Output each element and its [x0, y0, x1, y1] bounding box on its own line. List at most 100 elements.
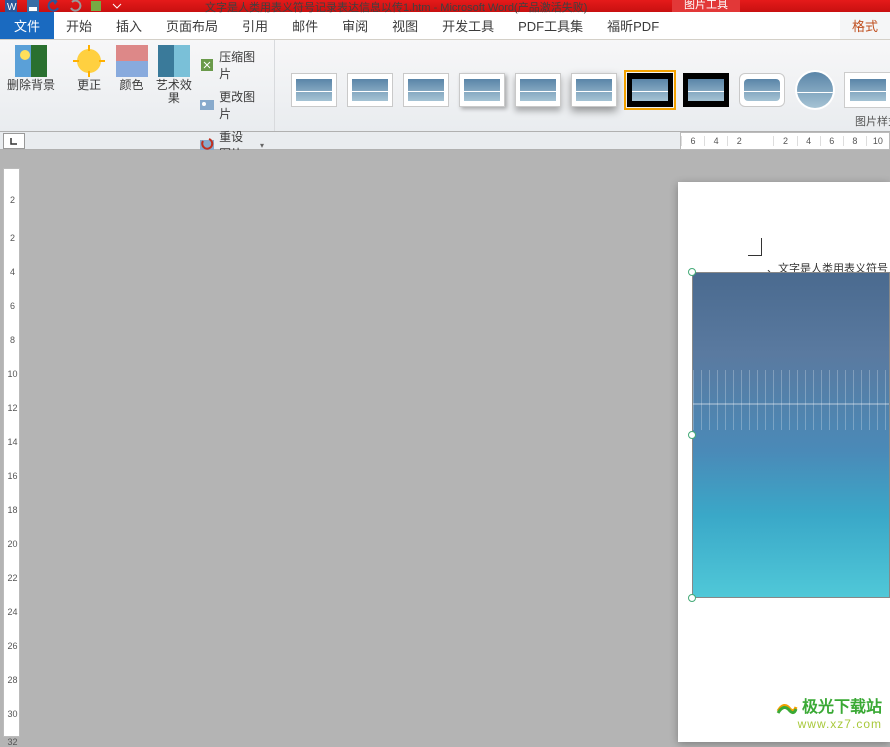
v-tick: 22: [6, 573, 19, 583]
color-button[interactable]: 颜色: [110, 43, 152, 163]
h-tick: 4: [797, 136, 820, 146]
resize-handle-ml[interactable]: [688, 431, 696, 439]
compress-icon: [199, 57, 215, 73]
window-title: 文字是人类用表义符号记录表达信息以传1.htm - Microsoft Word…: [205, 0, 587, 15]
ribbon: 删除背景 更正 颜色 艺术效果: [0, 40, 890, 132]
tab-pdf-tools[interactable]: PDF工具集: [506, 12, 595, 39]
change-picture-label: 更改图片: [219, 88, 264, 122]
remove-bg-group: 删除背景: [0, 40, 62, 131]
h-tick: 6: [681, 136, 704, 146]
picture-styles-group: 图片样式: [275, 40, 890, 131]
style-thumb-7[interactable]: [627, 73, 673, 107]
v-tick: 2: [6, 195, 19, 205]
style-thumb-2[interactable]: [347, 73, 393, 107]
corrections-icon: [73, 45, 105, 77]
selected-picture[interactable]: [692, 272, 890, 598]
ribbon-tabs: 文件 开始 插入 页面布局 引用 邮件 审阅 视图 开发工具 PDF工具集 福昕…: [0, 12, 890, 40]
tab-developer[interactable]: 开发工具: [430, 12, 506, 39]
qat-dropdown-icon[interactable]: [109, 0, 124, 13]
title-bar: W 文字是人类用表义符号记录表达信息以传1.htm - Microsoft Wo…: [0, 0, 890, 12]
remove-background-button[interactable]: 删除背景: [6, 43, 56, 92]
picture-styles-gallery: [281, 43, 890, 131]
v-tick: 4: [6, 267, 19, 277]
change-picture-icon: [199, 97, 215, 113]
style-thumb-11[interactable]: [845, 73, 890, 107]
adjust-small-buttons: 压缩图片 更改图片 重设图片 ▾: [195, 43, 268, 163]
v-tick: 18: [6, 505, 19, 515]
text-cursor-mark: [748, 238, 762, 256]
h-tick: 2: [727, 136, 750, 146]
style-thumb-5[interactable]: [515, 73, 561, 107]
h-tick: 2: [773, 136, 796, 146]
horizontal-ruler[interactable]: 6 4 2 2 4 6 8 10: [680, 132, 890, 150]
tab-references[interactable]: 引用: [230, 12, 280, 39]
v-tick: 6: [6, 301, 19, 311]
change-picture-button[interactable]: 更改图片: [195, 87, 268, 123]
color-label: 颜色: [120, 79, 144, 92]
artistic-effects-button[interactable]: 艺术效果: [153, 43, 195, 163]
watermark-brand-text: 极光下载站: [802, 699, 882, 716]
corrections-label: 更正: [77, 79, 101, 92]
resize-handle-bl[interactable]: [688, 594, 696, 602]
v-tick: 10: [6, 369, 19, 379]
v-tick: 8: [6, 335, 19, 345]
tab-selector[interactable]: [3, 133, 25, 149]
v-tick: 20: [6, 539, 19, 549]
style-thumb-10[interactable]: [795, 70, 835, 110]
picture-tools-context-tab: 图片工具: [672, 0, 740, 12]
word-app-icon: W: [4, 0, 19, 13]
save-icon[interactable]: [25, 0, 40, 13]
reset-dropdown-icon[interactable]: ▾: [260, 141, 264, 150]
v-tick: 26: [6, 641, 19, 651]
h-tick: 10: [866, 136, 889, 146]
h-tick: 6: [820, 136, 843, 146]
tab-view[interactable]: 视图: [380, 12, 430, 39]
document-page[interactable]: 、文字是人类用表义符号: [678, 182, 890, 742]
v-tick: 24: [6, 607, 19, 617]
v-tick: 32: [6, 737, 19, 747]
remove-background-label: 删除背景: [7, 79, 55, 92]
style-thumb-4[interactable]: [459, 73, 505, 107]
resize-handle-tl[interactable]: [688, 268, 696, 276]
adjust-group: 更正 颜色 艺术效果 压缩图片: [62, 40, 275, 131]
tab-mailings[interactable]: 邮件: [280, 12, 330, 39]
svg-text:W: W: [7, 2, 17, 13]
tab-insert[interactable]: 插入: [104, 12, 154, 39]
file-tab[interactable]: 文件: [0, 12, 54, 39]
picture-styles-label: 图片样式: [851, 111, 890, 131]
artistic-effects-icon: [158, 45, 190, 77]
style-thumb-8[interactable]: [683, 73, 729, 107]
v-tick: 28: [6, 675, 19, 685]
h-tick: 4: [704, 136, 727, 146]
h-tick: 8: [843, 136, 866, 146]
watermark: 极光下载站 www.xz7.com: [776, 693, 882, 731]
quick-access-toolbar: W: [4, 0, 124, 13]
watermark-url: www.xz7.com: [776, 717, 882, 731]
tab-foxit-pdf[interactable]: 福昕PDF: [595, 12, 671, 39]
v-tick: 12: [6, 403, 19, 413]
style-thumb-3[interactable]: [403, 73, 449, 107]
v-tick: 14: [6, 437, 19, 447]
style-thumb-6[interactable]: [571, 73, 617, 107]
redo-icon[interactable]: [67, 0, 82, 13]
v-tick: 30: [6, 709, 19, 719]
document-area: 2 2 4 6 8 10 12 14 16 18 20 22 24 26 28 …: [0, 150, 890, 737]
artistic-effects-label: 艺术效果: [153, 79, 195, 105]
watermark-logo-icon: [776, 699, 798, 717]
style-thumb-9[interactable]: [739, 73, 785, 107]
tab-review[interactable]: 审阅: [330, 12, 380, 39]
compress-pictures-button[interactable]: 压缩图片: [195, 47, 268, 83]
color-icon: [116, 45, 148, 77]
tab-page-layout[interactable]: 页面布局: [154, 12, 230, 39]
style-thumb-1[interactable]: [291, 73, 337, 107]
tab-format[interactable]: 格式: [840, 12, 890, 39]
qat-extra-icon[interactable]: [88, 0, 103, 13]
undo-icon[interactable]: [46, 0, 61, 13]
tab-home[interactable]: 开始: [54, 12, 104, 39]
remove-background-icon: [15, 45, 47, 77]
corrections-button[interactable]: 更正: [68, 43, 110, 163]
vertical-ruler[interactable]: 2 2 4 6 8 10 12 14 16 18 20 22 24 26 28 …: [3, 168, 20, 737]
bridge-cables-graphic: [693, 370, 889, 430]
watermark-brand: 极光下载站: [776, 693, 882, 717]
v-tick: 16: [6, 471, 19, 481]
